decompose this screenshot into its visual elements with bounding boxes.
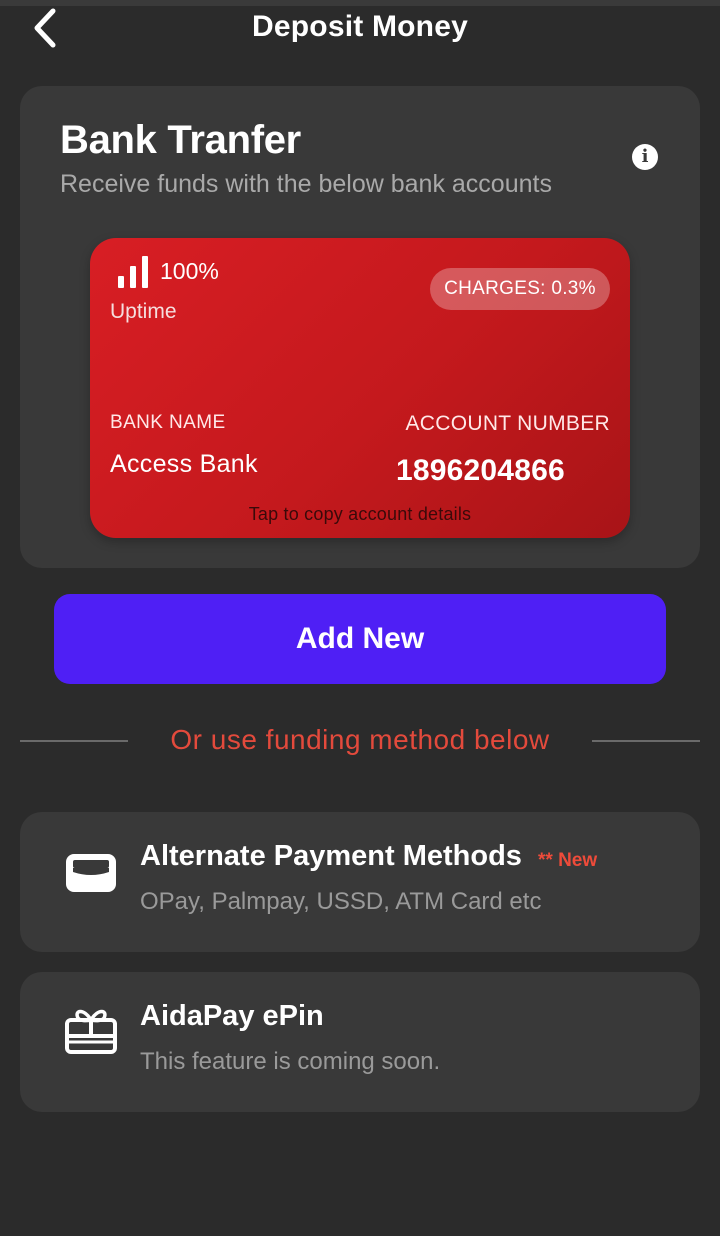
method-title: AidaPay ePin	[140, 1000, 324, 1032]
copy-hint: Tap to copy account details	[248, 504, 472, 524]
card-icon	[66, 854, 116, 892]
new-badge: ** New	[538, 850, 598, 871]
method-subtitle: This feature is coming soon.	[140, 1048, 441, 1075]
app-header: Deposit Money	[0, 0, 720, 60]
uptime-value: 100%	[160, 258, 219, 284]
gift-icon	[65, 1009, 117, 1054]
uptime-label: Uptime	[110, 300, 177, 323]
charges-badge: CHARGES: 0.3%	[430, 268, 610, 310]
divider-line-right	[592, 740, 700, 742]
bank-transfer-title: Bank Tranfer	[60, 118, 301, 162]
method-subtitle: OPay, Palmpay, USSD, ATM Card etc	[140, 888, 542, 915]
info-icon[interactable]: i	[632, 144, 658, 170]
alternate-payment-methods-item[interactable]: Alternate Payment Methods ** New OPay, P…	[20, 812, 700, 952]
account-number-value: 1896204866	[396, 454, 565, 487]
page-title: Deposit Money	[252, 10, 468, 43]
method-title: Alternate Payment Methods	[140, 840, 522, 872]
bank-account-card[interactable]: 100% Uptime CHARGES: 0.3% BANK NAME Acce…	[90, 238, 630, 538]
add-new-button[interactable]: Add New	[54, 594, 666, 684]
aidapay-epin-item[interactable]: AidaPay ePin This feature is coming soon…	[20, 972, 700, 1112]
bank-name-label: BANK NAME	[110, 412, 226, 433]
account-number-label: ACCOUNT NUMBER	[405, 412, 610, 435]
signal-icon	[118, 256, 152, 288]
bank-transfer-subtitle: Receive funds with the below bank accoun…	[60, 170, 552, 198]
bank-name-value: Access Bank	[110, 450, 258, 478]
